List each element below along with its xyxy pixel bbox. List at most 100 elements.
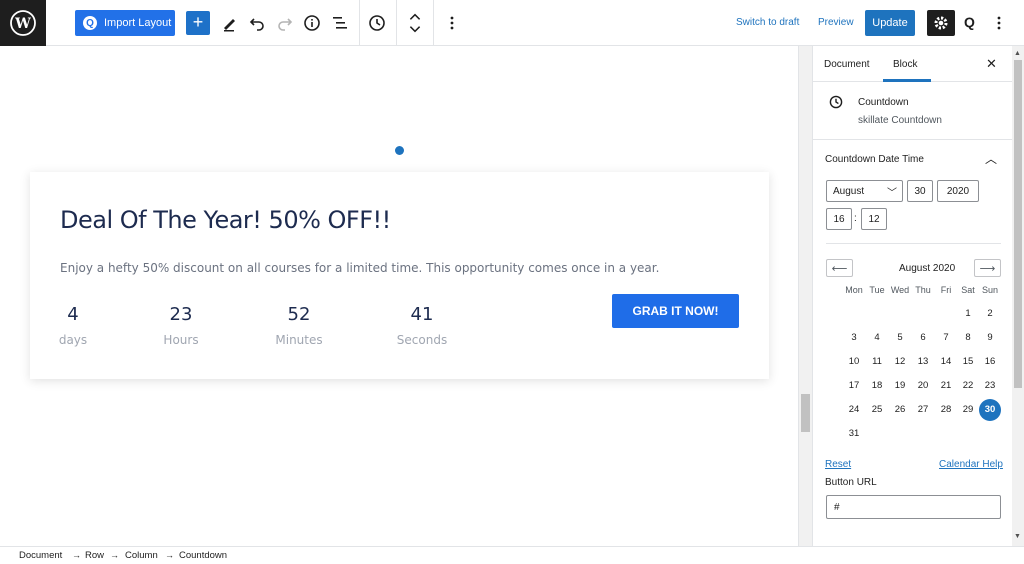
calendar-day[interactable]: 8 — [957, 327, 979, 349]
weekday-label: Fri — [940, 285, 952, 295]
hour-input[interactable]: 16 — [826, 208, 852, 230]
countdown-value: 23 — [169, 304, 193, 325]
block-description: skillate Countdown — [858, 115, 942, 126]
breadcrumb-arrow-icon: → — [165, 550, 174, 560]
panel-title[interactable]: Countdown Date Time — [825, 154, 924, 165]
calendar-day[interactable]: 12 — [889, 351, 911, 373]
switch-to-draft-link[interactable]: Switch to draft — [736, 17, 799, 28]
countdown-minutes: 52 Minutes — [259, 304, 339, 347]
deal-title: Deal Of The Year! 50% OFF!! — [60, 206, 391, 234]
calendar-day[interactable]: 22 — [957, 375, 979, 397]
qubely-q-icon[interactable]: Q — [964, 14, 975, 30]
tab-block[interactable]: Block — [893, 59, 917, 70]
calendar-day[interactable]: 1 — [957, 303, 979, 325]
calendar-day[interactable]: 21 — [935, 375, 957, 397]
weekday-label: Mon — [845, 285, 863, 295]
editor-scrollbar-thumb[interactable] — [801, 394, 810, 432]
year-input[interactable]: 2020 — [937, 180, 979, 202]
breadcrumb-document[interactable]: Document — [19, 550, 62, 561]
next-month-arrow-icon[interactable]: ⟶ — [974, 259, 1001, 277]
calendar-day[interactable]: 5 — [889, 327, 911, 349]
prev-month-arrow-icon[interactable]: ⟵ — [826, 259, 853, 277]
pencil-tools-icon[interactable] — [219, 12, 241, 34]
calendar-day-selected[interactable]: 30 — [979, 399, 1001, 421]
clock-icon — [829, 95, 843, 114]
block-inserter-dot[interactable] — [395, 146, 404, 155]
calendar-day[interactable]: 13 — [912, 351, 934, 373]
countdown-unit: Hours — [163, 333, 199, 347]
weekday-label: Thu — [915, 285, 931, 295]
info-icon[interactable] — [301, 12, 323, 34]
calendar-day[interactable]: 17 — [843, 375, 865, 397]
calendar-day[interactable]: 7 — [935, 327, 957, 349]
calendar-day[interactable]: 19 — [889, 375, 911, 397]
weekday-label: Wed — [890, 285, 910, 295]
calendar-day[interactable]: 9 — [979, 327, 1001, 349]
editor-scrollbar[interactable] — [798, 46, 812, 546]
countdown-card[interactable]: Deal Of The Year! 50% OFF!! Enjoy a heft… — [30, 172, 769, 379]
countdown-clock-icon[interactable] — [366, 12, 388, 34]
button-url-label: Button URL — [825, 477, 877, 488]
calendar-day[interactable]: 15 — [957, 351, 979, 373]
scroll-down-arrow-icon[interactable]: ▼ — [1014, 533, 1021, 540]
calendar-day[interactable]: 14 — [935, 351, 957, 373]
calendar-day[interactable]: 25 — [866, 399, 888, 421]
countdown-unit: Minutes — [275, 333, 323, 347]
preview-link[interactable]: Preview — [818, 17, 854, 28]
calendar-day[interactable]: 3 — [843, 327, 865, 349]
calendar-divider — [826, 243, 1001, 244]
q-logo-icon: Q — [83, 16, 97, 30]
calendar-day[interactable]: 26 — [889, 399, 911, 421]
calendar-day[interactable]: 31 — [843, 423, 865, 445]
grab-it-now-button[interactable]: GRAB IT NOW! — [612, 294, 739, 328]
move-up-down-icon[interactable] — [404, 10, 426, 36]
calendar-day[interactable]: 20 — [912, 375, 934, 397]
calendar-day[interactable]: 23 — [979, 375, 1001, 397]
calendar-day[interactable]: 16 — [979, 351, 1001, 373]
settings-gear-icon[interactable] — [927, 10, 955, 36]
chevron-down-icon: ﹀ — [887, 188, 897, 199]
update-button[interactable]: Update — [865, 10, 915, 36]
month-value: August — [833, 186, 865, 197]
calendar-day[interactable]: 11 — [866, 351, 888, 373]
add-block-button[interactable]: + — [186, 11, 210, 35]
reset-link[interactable]: Reset — [825, 459, 851, 470]
breadcrumb-arrow-icon: → — [72, 550, 81, 560]
calendar-day[interactable]: 2 — [979, 303, 1001, 325]
outline-list-icon[interactable] — [329, 12, 351, 34]
sidebar-scrollbar-thumb[interactable] — [1014, 60, 1022, 388]
calendar-day[interactable]: 6 — [912, 327, 934, 349]
redo-icon[interactable] — [274, 12, 296, 34]
breadcrumb-column[interactable]: Column — [125, 550, 158, 561]
calendar-day[interactable]: 10 — [843, 351, 865, 373]
breadcrumb-arrow-icon: → — [110, 550, 119, 560]
calendar-day[interactable]: 29 — [957, 399, 979, 421]
wordpress-logo-icon[interactable]: W — [0, 0, 46, 46]
undo-icon[interactable] — [246, 12, 268, 34]
more-options-icon[interactable] — [441, 12, 463, 34]
countdown-hours: 23 Hours — [141, 304, 221, 347]
tab-document[interactable]: Document — [824, 59, 870, 70]
calendar-day[interactable]: 4 — [866, 327, 888, 349]
button-url-input[interactable]: # — [826, 495, 1001, 519]
day-input[interactable]: 30 — [907, 180, 933, 202]
calendar-day[interactable]: 28 — [935, 399, 957, 421]
weekday-label: Sun — [981, 285, 998, 295]
month-select[interactable]: August ﹀ — [826, 180, 903, 202]
calendar-day[interactable]: 27 — [912, 399, 934, 421]
chevron-up-icon[interactable]: ︿ — [985, 150, 997, 167]
more-menu-icon[interactable] — [988, 12, 1010, 34]
calendar-day[interactable]: 24 — [843, 399, 865, 421]
countdown-value: 4 — [67, 304, 79, 325]
calendar-day[interactable]: 18 — [866, 375, 888, 397]
sidebar-scrollbar[interactable]: ▲ ▼ — [1012, 46, 1024, 546]
import-layout-button[interactable]: Q Import Layout — [75, 10, 175, 36]
minute-input[interactable]: 12 — [861, 208, 887, 230]
calendar-help-link[interactable]: Calendar Help — [939, 459, 1003, 470]
top-toolbar: W Q Import Layout + Switch to draft Prev… — [0, 0, 1024, 46]
scroll-up-arrow-icon[interactable]: ▲ — [1014, 50, 1021, 57]
breadcrumb-countdown[interactable]: Countdown — [179, 550, 227, 561]
breadcrumb-row[interactable]: Row — [85, 550, 104, 561]
close-icon[interactable]: ✕ — [986, 56, 997, 72]
time-separator: : — [854, 213, 857, 224]
